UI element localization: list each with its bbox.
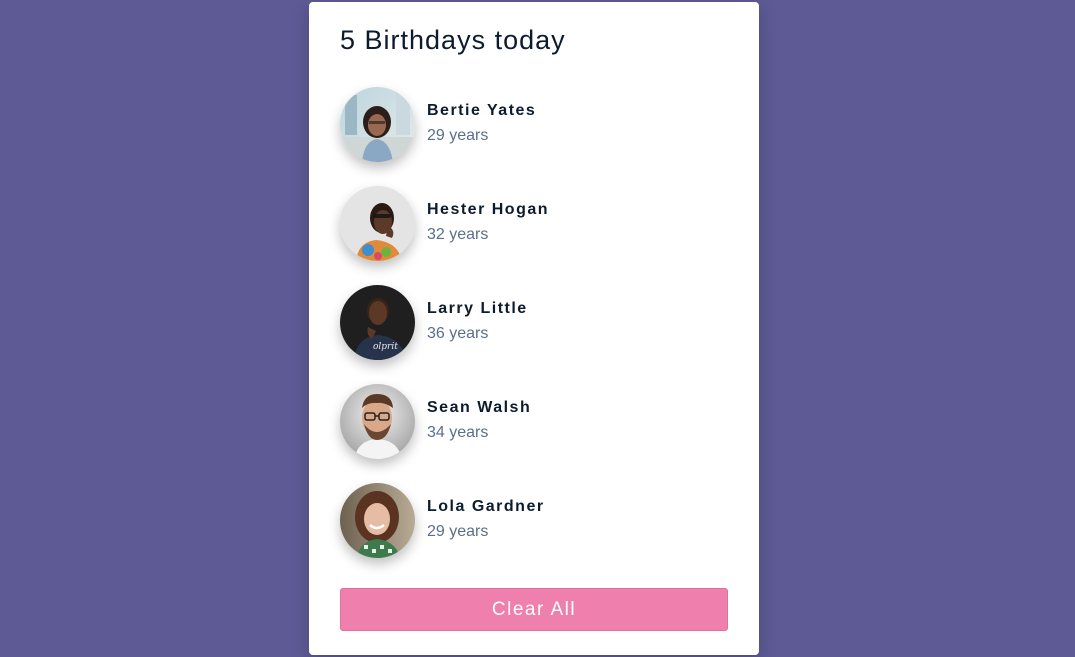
person-age: 29 years <box>427 522 489 540</box>
list-item-person-3: olprit Larry Little 36 years <box>340 285 728 360</box>
person-name: Lola Gardner <box>427 497 545 515</box>
birthday-list: Bertie Yates 29 years Hester Hogan 32 ye… <box>340 87 728 558</box>
list-item-person-4: Sean Walsh 34 years <box>340 384 728 459</box>
svg-text:olprit: olprit <box>373 342 398 352</box>
avatar-photo-icon <box>340 483 415 558</box>
list-item-person-2: Hester Hogan 32 years <box>340 186 728 261</box>
avatar-photo-icon <box>340 186 415 261</box>
person-name: Larry Little <box>427 299 528 317</box>
list-item-person-1: Bertie Yates 29 years <box>340 87 728 162</box>
avatar-photo-icon: olprit <box>340 285 415 360</box>
list-item-person-5: Lola Gardner 29 years <box>340 483 728 558</box>
person-age: 32 years <box>427 225 489 243</box>
avatar-photo-icon <box>340 87 415 162</box>
person-age: 36 years <box>427 324 489 342</box>
avatar <box>340 483 415 558</box>
person-name: Sean Walsh <box>427 398 532 416</box>
avatar <box>340 87 415 162</box>
clear-all-button[interactable]: Clear All <box>340 588 728 631</box>
person-age: 34 years <box>427 423 489 441</box>
page-title: 5 Birthdays today <box>340 25 566 55</box>
avatar <box>340 186 415 261</box>
person-age: 29 years <box>427 126 489 144</box>
avatar <box>340 384 415 459</box>
avatar-photo-icon <box>340 384 415 459</box>
avatar: olprit <box>340 285 415 360</box>
birthday-card: 5 Birthdays today Bertie Yates 29 years … <box>309 2 759 655</box>
person-name: Hester Hogan <box>427 200 550 218</box>
person-name: Bertie Yates <box>427 101 537 119</box>
